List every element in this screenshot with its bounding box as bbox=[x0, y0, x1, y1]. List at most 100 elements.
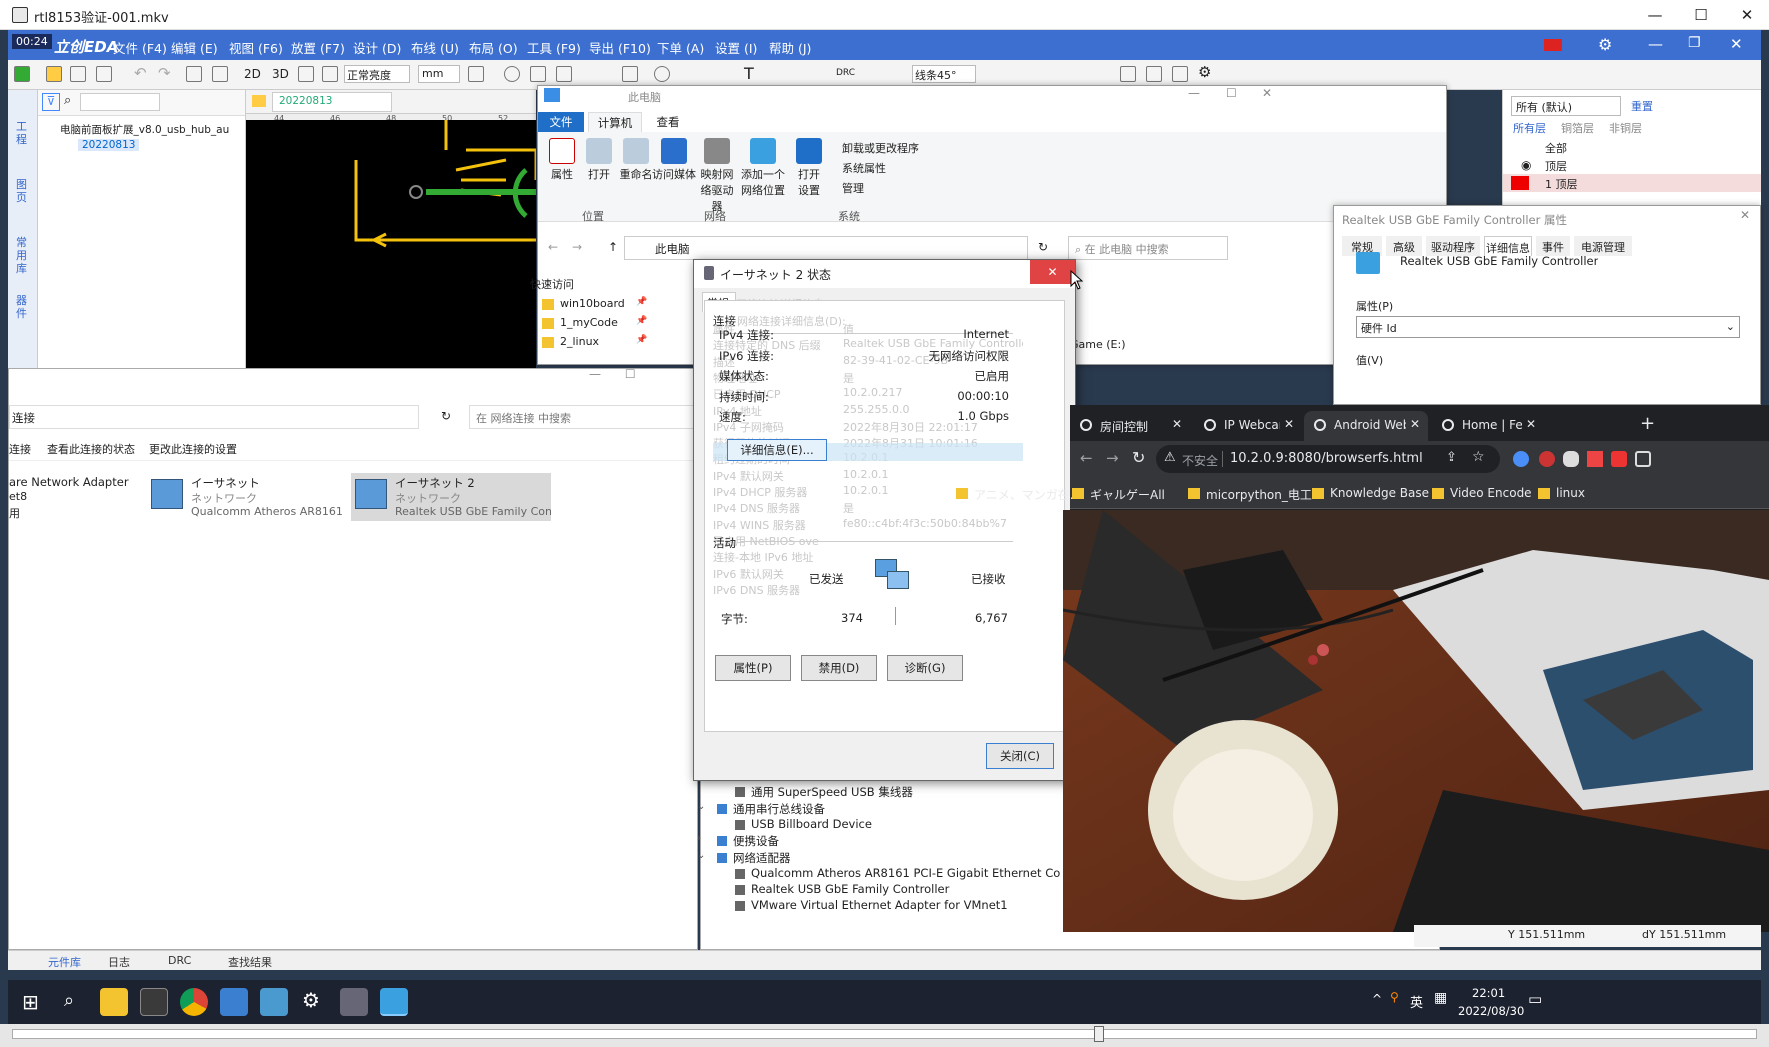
settings-gear-icon[interactable]: ⚙ bbox=[1598, 35, 1612, 54]
menu-item-4[interactable]: 设计 (D) bbox=[353, 38, 401, 57]
ribbon-add-network-location-button[interactable]: 添加一个网络位置 bbox=[740, 138, 786, 198]
layer-tab-2[interactable]: 非铜层 bbox=[1609, 120, 1642, 136]
menu-item-0[interactable]: 文件 (F4) bbox=[113, 38, 167, 57]
ribbon-tab-view[interactable]: 查看 bbox=[648, 112, 688, 132]
save-icon[interactable] bbox=[70, 66, 86, 82]
prop-tab-5[interactable]: 电源管理 bbox=[1574, 236, 1632, 256]
bottom-tab-0[interactable]: 元件库 bbox=[48, 954, 81, 970]
left-strip-tab-3[interactable]: 器件 bbox=[16, 294, 30, 320]
ribbon-open-settings-button[interactable]: 打开设置 bbox=[794, 138, 824, 198]
bottom-tab-2[interactable]: DRC bbox=[168, 954, 191, 967]
ribbon-manage[interactable]: 管理 bbox=[842, 180, 864, 196]
grid-icon[interactable] bbox=[186, 66, 202, 82]
browser-tab-3[interactable]: Home | Feve/g ✕ bbox=[1432, 411, 1544, 441]
device-manager-icon[interactable] bbox=[340, 988, 368, 1016]
quick-access-item[interactable]: 快速访问 bbox=[530, 276, 574, 292]
tree-toggle-icon[interactable]: ⌄ bbox=[697, 801, 705, 812]
pin-icon[interactable]: 📌 bbox=[636, 316, 647, 326]
filter-icon[interactable]: ⊽ bbox=[42, 93, 60, 111]
menu-item-7[interactable]: 工具 (F9) bbox=[527, 38, 581, 57]
extension-icon-1[interactable] bbox=[1513, 451, 1529, 467]
app-window-icon[interactable] bbox=[220, 988, 248, 1016]
calendar-app-icon[interactable] bbox=[140, 988, 168, 1016]
ribbon-open-button[interactable]: 打开 bbox=[582, 138, 616, 182]
ribbon-rename-button[interactable]: 重命名 bbox=[616, 138, 656, 182]
left-strip-tab-2[interactable]: 常用库 bbox=[16, 236, 30, 275]
omnibox[interactable]: ⚠ 不安全 10.2.0.9:8080/browserfs.html ⇪ ☆ bbox=[1156, 445, 1500, 473]
browser-back-icon[interactable]: ← bbox=[1080, 449, 1093, 467]
tree-board-item[interactable]: 20220813 bbox=[78, 139, 140, 151]
pin-icon[interactable]: 📌 bbox=[636, 297, 647, 307]
zoom-fit-icon[interactable] bbox=[298, 66, 314, 82]
player-seekbar[interactable] bbox=[0, 1024, 1769, 1047]
ribbon-system-properties[interactable]: 系统属性 bbox=[842, 160, 886, 176]
explorer-search-input[interactable]: ⌕ 在 此电脑 中搜索 bbox=[1068, 236, 1228, 260]
ellipse-icon[interactable] bbox=[654, 66, 670, 82]
prop-tab-1[interactable]: 高级 bbox=[1386, 236, 1422, 256]
layer-reset-button[interactable]: 重置 bbox=[1627, 96, 1667, 116]
properties-button[interactable]: 属性(P) bbox=[715, 655, 791, 681]
seekbar-thumb[interactable] bbox=[1094, 1026, 1104, 1042]
tab-close-icon[interactable]: ✕ bbox=[1410, 417, 1420, 431]
adapter-item[interactable]: are Network Adapter et8 用 bbox=[9, 473, 129, 521]
browser-tab-2[interactable]: Android Webc ✕ bbox=[1304, 411, 1428, 441]
browser-tab-1[interactable]: IP Webcam ✕ bbox=[1194, 411, 1302, 441]
pin-icon[interactable]: 📌 bbox=[636, 335, 647, 345]
brightness-icon[interactable] bbox=[322, 66, 338, 82]
menu-item-8[interactable]: 导出 (F10) bbox=[589, 38, 651, 57]
explorer-maximize-icon[interactable]: ☐ bbox=[1226, 86, 1237, 100]
tool-icon-b[interactable] bbox=[1146, 66, 1162, 82]
extension-red-icon[interactable] bbox=[1587, 451, 1603, 467]
text-tool-icon[interactable]: T bbox=[744, 64, 754, 83]
quick-access-folder[interactable]: 2_linux 📌 bbox=[542, 334, 662, 352]
ribbon-properties-button[interactable]: 属性 bbox=[544, 138, 580, 182]
brightness-select[interactable]: 正常亮度 bbox=[344, 65, 410, 83]
bottom-tab-1[interactable]: 日志 bbox=[108, 954, 130, 970]
clock-time[interactable]: 22:01 bbox=[1472, 986, 1505, 1000]
polygon-icon[interactable] bbox=[622, 66, 638, 82]
adapter-item[interactable]: イーサネット 2 ネットワーク Realtek USB GbE Family Con… bbox=[351, 473, 551, 521]
tree-toggle-icon[interactable]: ⌄ bbox=[697, 850, 705, 861]
netconn-address-bar[interactable]: 连接 bbox=[9, 405, 419, 429]
diagnose-button[interactable]: 诊断(G) bbox=[887, 655, 963, 681]
extension-abp-icon[interactable] bbox=[1539, 451, 1555, 467]
route-angle-select[interactable]: 线条45° bbox=[912, 65, 976, 83]
status-close-icon[interactable]: ✕ bbox=[1030, 260, 1075, 284]
drive-game-e[interactable]: Game (E:) bbox=[1070, 338, 1125, 351]
pin-icon[interactable] bbox=[530, 66, 546, 82]
prop-tab-4[interactable]: 事件 bbox=[1536, 236, 1570, 256]
netconn-search-input[interactable]: 在 网络连接 中搜索 bbox=[469, 405, 697, 429]
explorer-close-icon[interactable]: ✕ bbox=[1262, 86, 1272, 100]
layer-tab-1[interactable]: 铜箔层 bbox=[1561, 120, 1594, 136]
netconn-toolbar-0[interactable]: 连接 bbox=[9, 441, 31, 457]
netconn-toolbar-2[interactable]: 更改此连接的设置 bbox=[149, 441, 237, 457]
tab-close-icon[interactable]: ✕ bbox=[1526, 417, 1536, 431]
toolbar-settings-icon[interactable]: ⚙ bbox=[1198, 63, 1211, 81]
doc-folder-icon[interactable] bbox=[252, 95, 266, 107]
eda-minimize-icon[interactable]: — bbox=[1648, 35, 1663, 53]
refresh-icon[interactable]: ↻ bbox=[1038, 240, 1048, 254]
explorer-address-bar[interactable]: 此电脑 bbox=[624, 236, 1028, 260]
tab-close-icon[interactable]: ✕ bbox=[1172, 417, 1182, 431]
extension-io-icon[interactable] bbox=[1635, 451, 1651, 467]
explorer-minimize-icon[interactable]: — bbox=[1188, 86, 1200, 100]
netconn-toolbar-1[interactable]: 查看此连接的状态 bbox=[47, 441, 135, 457]
table-icon[interactable] bbox=[468, 66, 484, 82]
align-icon[interactable] bbox=[212, 66, 228, 82]
ribbon-access-media-button[interactable]: 访问媒体 bbox=[652, 138, 696, 182]
prop-tab-2[interactable]: 驱动程序 bbox=[1426, 236, 1480, 256]
share-icon[interactable]: ⇪ bbox=[1446, 450, 1457, 465]
menu-item-3[interactable]: 放置 (F7) bbox=[291, 38, 345, 57]
redo-icon[interactable]: ↷ bbox=[158, 64, 171, 82]
close-button[interactable]: 关闭(C) bbox=[986, 743, 1054, 769]
tray-chevron-icon[interactable]: ^ bbox=[1372, 992, 1382, 1006]
eda-close-icon[interactable]: ✕ bbox=[1730, 35, 1743, 53]
eda-restore-icon[interactable]: ❐ bbox=[1688, 35, 1701, 51]
quick-access-folder[interactable]: 1_myCode 📌 bbox=[542, 315, 662, 333]
netconn-refresh-icon[interactable]: ↻ bbox=[441, 409, 451, 423]
menu-item-10[interactable]: 设置 (I) bbox=[715, 38, 757, 57]
details-button[interactable]: 详细信息(E)... bbox=[727, 439, 827, 461]
netconn-maximize-icon[interactable]: ☐ bbox=[625, 367, 636, 381]
doc-tab-20220813[interactable]: 20220813 bbox=[272, 92, 392, 112]
file-explorer-icon[interactable] bbox=[100, 988, 128, 1016]
